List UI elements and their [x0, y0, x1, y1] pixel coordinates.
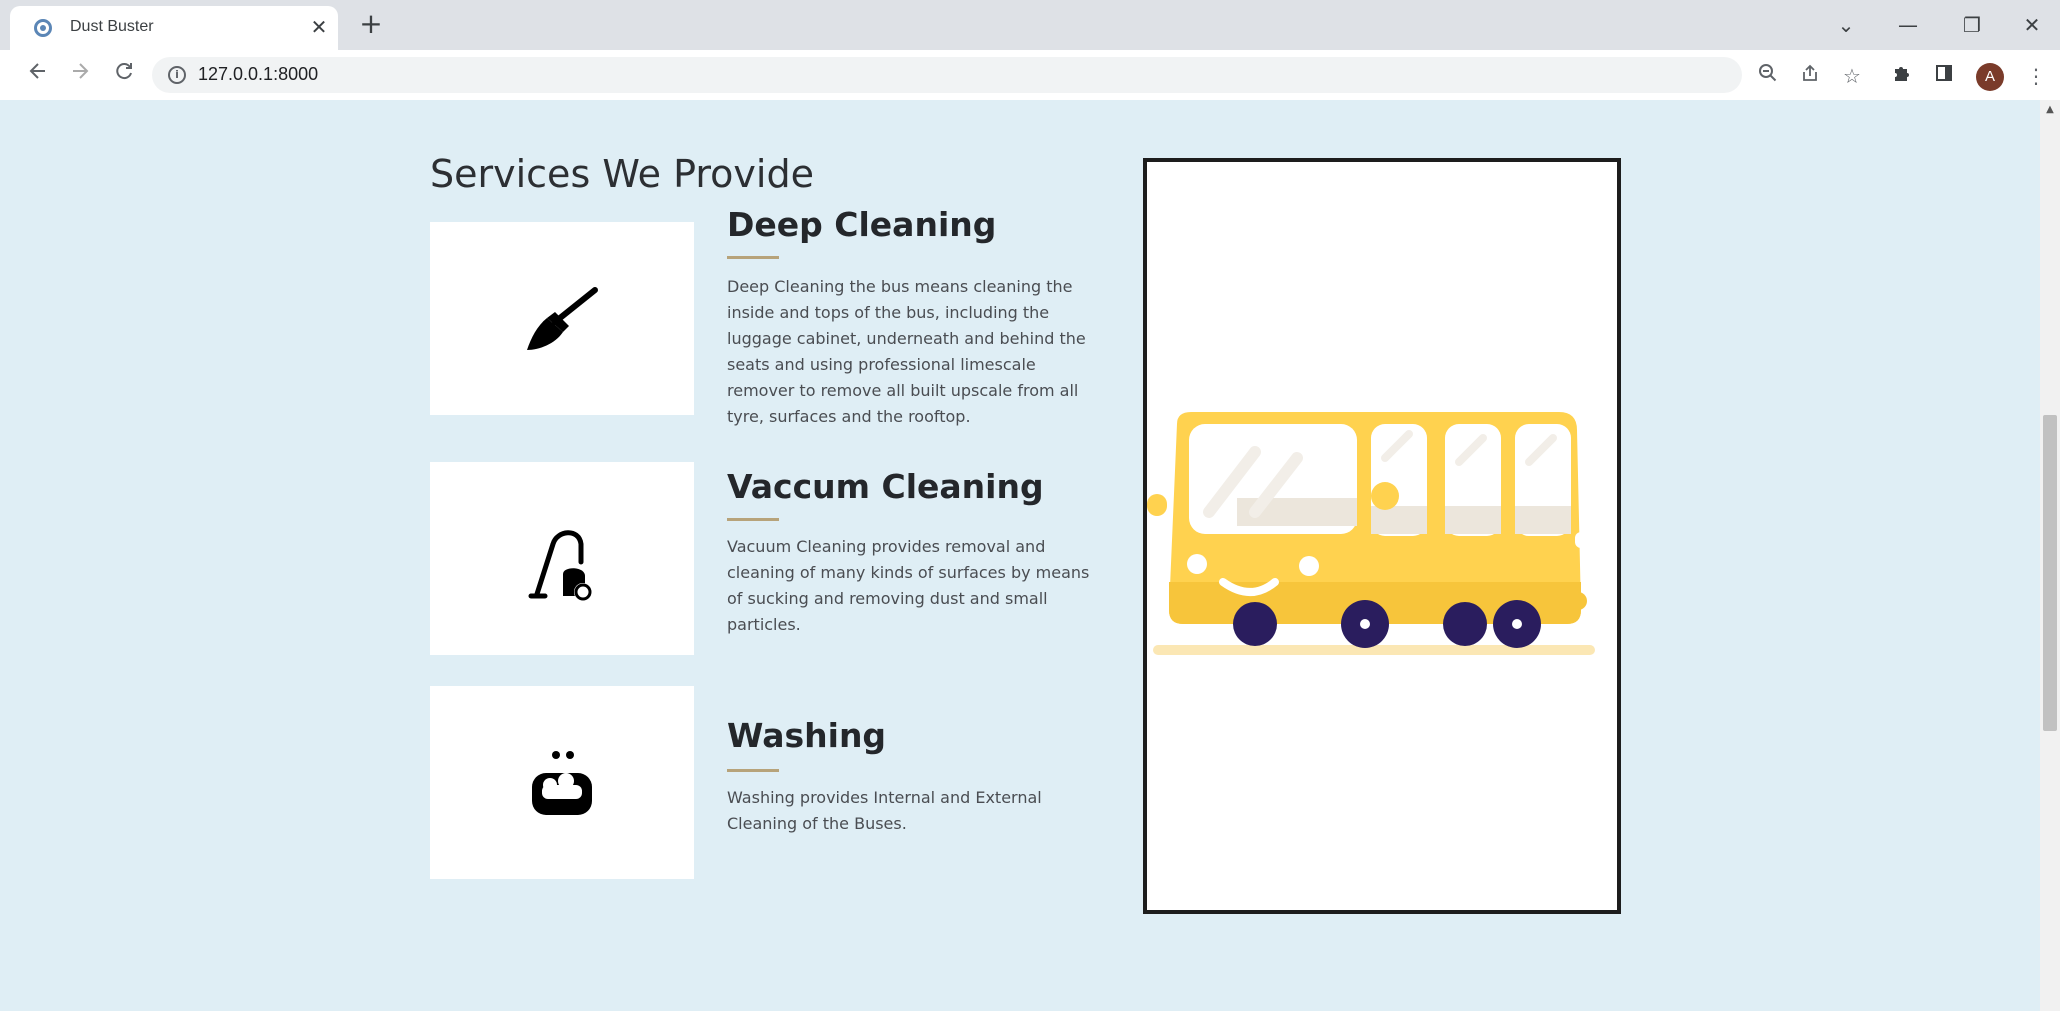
service-icon-box: [430, 222, 694, 415]
scrollbar-thumb[interactable]: [2043, 415, 2057, 731]
new-tab-button[interactable]: +: [356, 10, 386, 40]
profile-avatar[interactable]: A: [1976, 63, 2004, 91]
service-title: Vaccum Cleaning: [727, 467, 1044, 506]
back-arrow-icon: [29, 63, 45, 79]
service-title-underline: [727, 769, 779, 772]
back-button[interactable]: [22, 60, 54, 92]
browser-menu-icon[interactable]: ⋮: [2020, 60, 2052, 92]
forward-arrow-icon: [73, 63, 89, 79]
bookmark-star-icon[interactable]: ☆: [1836, 60, 1868, 92]
service-title: Washing: [727, 716, 887, 755]
site-info-icon[interactable]: i: [168, 66, 186, 84]
bus-illustration: [1147, 412, 1595, 655]
service-icon-box: [430, 686, 694, 879]
service-description: Washing provides Internal and External C…: [727, 788, 1042, 833]
service-title: Deep Cleaning: [727, 205, 997, 244]
minimize-button[interactable]: —: [1888, 10, 1928, 40]
service-card-vaccum-cleaning: [430, 462, 694, 655]
service-title-underline: [727, 518, 779, 521]
vacuum-cleaner-icon: [528, 529, 592, 601]
tab-search-button[interactable]: ⌄: [1826, 10, 1866, 40]
site-favicon-icon: [34, 19, 52, 37]
section-title: Services We Provide: [430, 152, 814, 196]
broom-icon: [527, 286, 598, 350]
page-viewport: Services We Provide Deep Cleaning Deep C…: [0, 100, 2040, 1011]
service-card-washing: [430, 686, 694, 879]
tab-close-button[interactable]: ✕: [306, 14, 332, 40]
soap-bubbles-icon: [532, 750, 592, 815]
extensions-puzzle-icon[interactable]: [1886, 60, 1918, 92]
service-description: Deep Cleaning the bus means cleaning the…: [727, 277, 1086, 426]
service-description: Vacuum Cleaning provides removal and cle…: [727, 537, 1090, 634]
url-text: 127.0.0.1:8000: [198, 64, 319, 84]
browser-tabstrip: Dust Buster ✕ + ⌄ — ❐ ✕: [0, 0, 2060, 50]
page-scrollbar[interactable]: ▲: [2040, 100, 2060, 1011]
restore-button[interactable]: ❐: [1952, 10, 1992, 40]
forward-button[interactable]: [64, 60, 96, 92]
close-window-button[interactable]: ✕: [2012, 10, 2052, 40]
share-icon[interactable]: [1794, 60, 1826, 92]
service-icon-box: [430, 462, 694, 655]
address-bar[interactable]: i 127.0.0.1:8000: [152, 57, 1742, 93]
zoom-icon[interactable]: [1752, 60, 1784, 92]
browser-toolbar: i 127.0.0.1:8000 ☆ A ⋮: [0, 50, 2060, 100]
scroll-up-arrow-icon[interactable]: ▲: [2040, 104, 2060, 120]
reload-icon: [116, 63, 132, 80]
service-card-deep-cleaning: [430, 222, 694, 415]
tab-title: Dust Buster: [70, 18, 154, 35]
service-title-underline: [727, 256, 779, 259]
side-panel-icon[interactable]: [1928, 60, 1960, 92]
bus-illustration-frame: [1143, 158, 1621, 914]
browser-tab[interactable]: Dust Buster ✕: [10, 6, 338, 50]
reload-button[interactable]: [108, 60, 140, 92]
